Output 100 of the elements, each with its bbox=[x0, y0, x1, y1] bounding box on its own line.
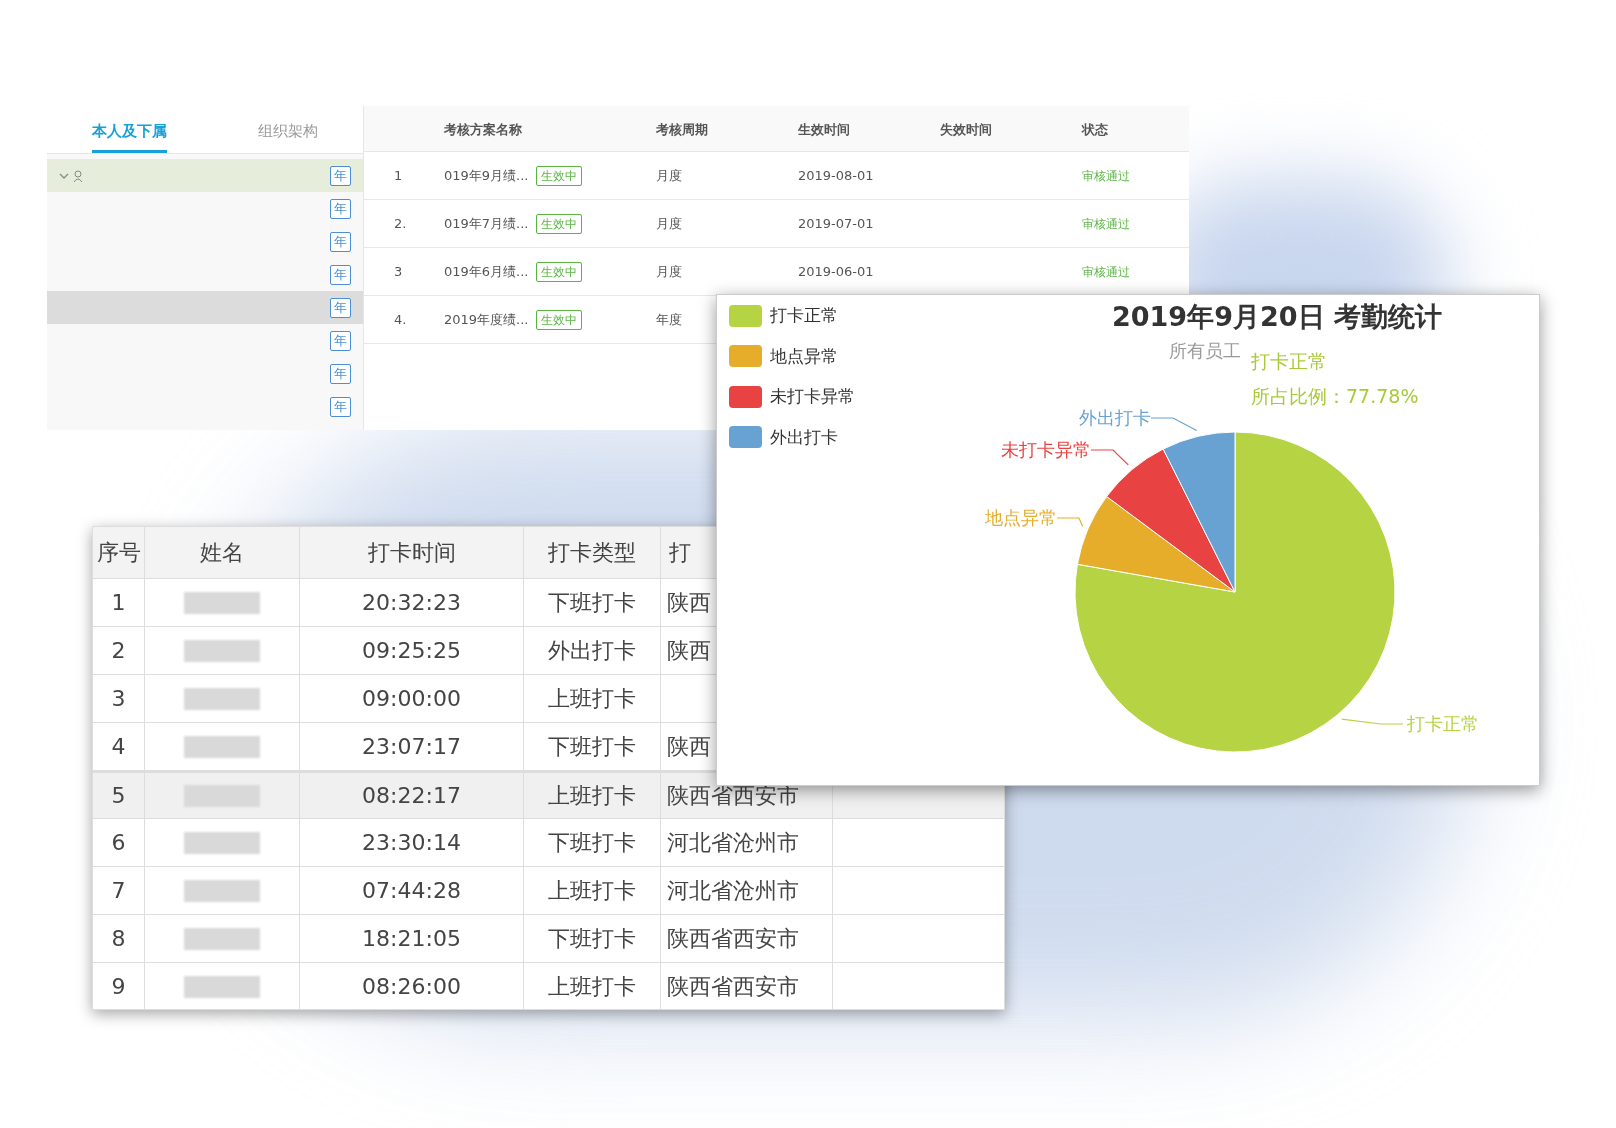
row-number: 4 bbox=[111, 733, 126, 761]
type-cell-text: 下班打卡 bbox=[548, 829, 636, 857]
slice-label: 打卡正常 bbox=[1341, 713, 1479, 734]
slice-label: 地点异常 bbox=[985, 507, 1084, 528]
chart-title: 2019年9月20日 考勤统计 bbox=[1112, 300, 1442, 334]
place-cell-text: 陕西 bbox=[667, 733, 711, 761]
table-row[interactable]: 9 08:26:00 上班打卡 陕西省西安市 bbox=[93, 963, 1004, 1009]
row-number: 6 bbox=[111, 829, 126, 857]
legend-label: 外出打卡 bbox=[770, 425, 838, 449]
column-header: 考核周期 bbox=[656, 121, 708, 137]
row-number: 2. bbox=[394, 215, 407, 231]
place-cell-text: 陕西省西安市 bbox=[667, 925, 799, 953]
type-cell-text: 上班打卡 bbox=[548, 877, 636, 905]
status-tag: 生效中 bbox=[536, 213, 583, 234]
legend-swatch bbox=[729, 385, 762, 408]
column-header: 打 bbox=[669, 539, 691, 567]
tooltip-text: 所占比例：77.78% bbox=[1251, 383, 1419, 409]
date-cell: 2019-06-01 bbox=[798, 263, 874, 279]
approval-status: 审核通过 bbox=[1082, 264, 1130, 279]
row-number: 4. bbox=[394, 311, 407, 327]
slice-label: 未打卡异常 bbox=[1001, 439, 1091, 460]
row-number: 2 bbox=[111, 637, 126, 665]
type-cell-text: 下班打卡 bbox=[548, 589, 636, 617]
row-number: 9 bbox=[111, 973, 126, 1001]
column-header: 状态 bbox=[1082, 121, 1108, 137]
column-header: 序号 bbox=[96, 539, 141, 567]
tree-item[interactable]: 年 bbox=[47, 291, 363, 324]
time-cell-text: 07:44:28 bbox=[362, 877, 461, 905]
tab[interactable]: 本人及下属 bbox=[92, 119, 168, 153]
place-cell-text: 陕西省西安市 bbox=[667, 973, 799, 1001]
time-cell-text: 08:26:00 bbox=[362, 973, 461, 1001]
place-cell-text: 陕西 bbox=[667, 637, 711, 665]
slice-label: 打卡正常 bbox=[1406, 713, 1479, 734]
type-cell-text: 上班打卡 bbox=[548, 973, 636, 1001]
place-cell-text: 河北省沧州市 bbox=[667, 877, 799, 905]
plan-name: 2019年度绩... bbox=[444, 310, 529, 329]
time-cell-text: 08:22:17 bbox=[362, 782, 461, 810]
status-tag: 生效中 bbox=[536, 261, 583, 282]
status-tag: 生效中 bbox=[536, 165, 583, 186]
time-cell-text: 09:00:00 bbox=[362, 685, 461, 713]
slice-label: 外出打卡 bbox=[1079, 407, 1151, 428]
table-row[interactable]: 8 18:21:05 下班打卡 陕西省西安市 bbox=[93, 915, 1004, 963]
column-header: 失效时间 bbox=[940, 121, 992, 137]
type-cell-text: 外出打卡 bbox=[548, 637, 636, 665]
type-cell-text: 上班打卡 bbox=[548, 685, 636, 713]
table-row[interactable]: 6 23:30:14 下班打卡 河北省沧州市 bbox=[93, 819, 1004, 867]
type-cell-text: 下班打卡 bbox=[548, 733, 636, 761]
column-header: 考核方案名称 bbox=[444, 121, 522, 137]
legend-label: 打卡正常 bbox=[770, 304, 838, 327]
time-cell-text: 23:30:14 bbox=[362, 829, 461, 857]
row-number: 3 bbox=[111, 685, 126, 713]
tab[interactable]: 组织架构 bbox=[257, 119, 318, 153]
plan-name: 019年6月绩... bbox=[444, 262, 529, 281]
column-header: 生效时间 bbox=[798, 121, 850, 137]
date-cell: 2019-08-01 bbox=[798, 167, 874, 183]
legend-swatch bbox=[729, 426, 762, 449]
column-header: 打卡时间 bbox=[367, 539, 456, 567]
status-tag: 生效中 bbox=[536, 309, 583, 330]
year-badge: 年 bbox=[330, 231, 351, 252]
type-cell-text: 下班打卡 bbox=[548, 925, 636, 953]
type-cell-text: 上班打卡 bbox=[548, 782, 636, 810]
approval-status: 审核通过 bbox=[1082, 168, 1130, 183]
place-cell-text: 河北省沧州市 bbox=[667, 829, 799, 857]
period-cell: 年度 bbox=[656, 311, 682, 327]
slice-label: 未打卡异常 bbox=[1001, 439, 1129, 466]
time-cell-text: 09:25:25 bbox=[362, 637, 461, 665]
row-number: 5 bbox=[111, 782, 126, 810]
date-cell: 2019-07-01 bbox=[798, 215, 874, 231]
time-cell-text: 18:21:05 bbox=[362, 925, 461, 953]
legend-label: 未打卡异常 bbox=[770, 385, 855, 408]
time-cell-text: 20:32:23 bbox=[362, 589, 461, 617]
series-label: 所有员工 bbox=[1169, 339, 1241, 363]
tooltip-title: 打卡正常 bbox=[1251, 349, 1328, 374]
year-badge: 年 bbox=[330, 330, 351, 351]
column-header: 姓名 bbox=[200, 539, 244, 567]
person-icon bbox=[73, 169, 83, 182]
year-badge: 年 bbox=[330, 264, 351, 285]
slice-label: 地点异常 bbox=[984, 507, 1057, 528]
place-cell-text: 陕西省西安市 bbox=[667, 782, 799, 810]
row-number: 1 bbox=[111, 589, 126, 617]
row-number: 8 bbox=[111, 925, 126, 953]
tree-item[interactable]: 年 bbox=[47, 159, 363, 192]
legend-label: 地点异常 bbox=[770, 344, 838, 368]
table-row[interactable]: 7 07:44:28 上班打卡 河北省沧州市 bbox=[93, 867, 1004, 915]
period-cell: 月度 bbox=[656, 167, 682, 183]
place-cell-text: 陕西 bbox=[667, 589, 711, 617]
year-badge: 年 bbox=[330, 297, 351, 318]
year-badge: 年 bbox=[330, 363, 351, 384]
period-cell: 月度 bbox=[656, 263, 682, 279]
row-number: 7 bbox=[111, 877, 126, 905]
year-badge: 年 bbox=[330, 165, 351, 186]
row-number: 1 bbox=[394, 167, 403, 183]
time-cell-text: 23:07:17 bbox=[362, 733, 461, 761]
legend-swatch bbox=[729, 304, 762, 327]
year-badge: 年 bbox=[330, 198, 351, 219]
year-badge: 年 bbox=[330, 396, 351, 417]
column-header: 打卡类型 bbox=[548, 539, 636, 567]
slice-label: 外出打卡 bbox=[1079, 407, 1198, 432]
plan-name: 019年7月绩... bbox=[444, 214, 529, 233]
approval-status: 审核通过 bbox=[1082, 216, 1130, 231]
